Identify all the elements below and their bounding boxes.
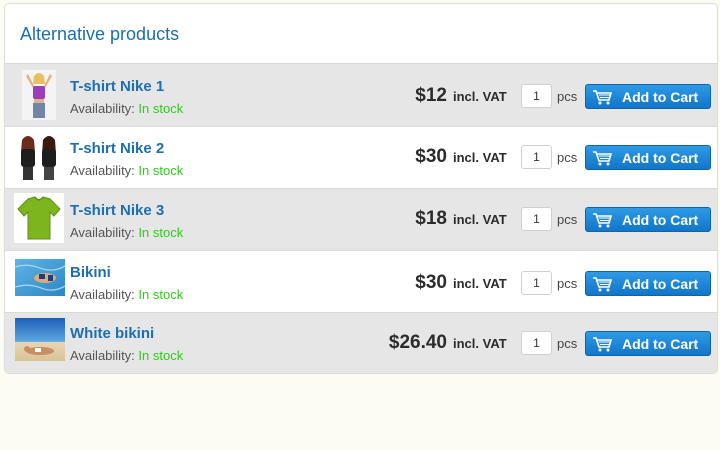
product-name-link[interactable]: T-shirt Nike 2 [70,140,164,157]
stock-status: In stock [138,287,184,302]
stock-status: In stock [138,163,184,178]
cart-icon [592,89,614,105]
availability-label: Availability: [70,225,135,240]
product-price: $18 [415,208,447,229]
product-thumbnail[interactable] [14,132,64,182]
availability-text: Availability: In stock [70,163,183,178]
pcs-label: pcs [557,150,578,165]
pcs-label: pcs [557,276,578,291]
product-name-link[interactable]: T-shirt Nike 1 [70,78,164,95]
product-row: Bikini Availability: In stock $30 incl. … [5,250,717,312]
panel-title: Alternative products [20,24,180,44]
add-to-cart-label: Add to Cart [622,149,699,166]
pcs-label: pcs [557,212,578,227]
add-to-cart-label: Add to Cart [622,211,699,228]
product-row: T-shirt Nike 3 Availability: In stock $1… [5,188,717,250]
quantity-input[interactable] [521,145,552,169]
product-price: $12 [415,85,447,106]
quantity-input[interactable] [521,331,552,355]
add-to-cart-button[interactable]: Add to Cart [585,145,711,170]
pcs-label: pcs [557,89,578,104]
availability-label: Availability: [70,348,135,363]
availability-text: Availability: In stock [70,225,183,240]
product-price: $30 [415,146,447,167]
product-price: $30 [415,272,447,293]
vat-label: incl. VAT [453,89,507,104]
stock-status: In stock [138,348,184,363]
cart-icon [592,336,614,352]
availability-label: Availability: [70,101,135,116]
vat-label: incl. VAT [453,276,507,291]
vat-label: incl. VAT [453,336,507,351]
quantity-input[interactable] [521,271,552,295]
add-to-cart-button[interactable]: Add to Cart [585,331,711,356]
quantity-input[interactable] [521,84,552,108]
product-thumbnail[interactable] [22,70,56,120]
cart-icon [592,212,614,228]
product-name-link[interactable]: T-shirt Nike 3 [70,202,164,219]
add-to-cart-label: Add to Cart [622,275,699,292]
add-to-cart-button[interactable]: Add to Cart [585,84,711,109]
quantity-input[interactable] [521,207,552,231]
cart-icon [592,150,614,166]
add-to-cart-button[interactable]: Add to Cart [585,207,711,232]
product-name-link[interactable]: White bikini [70,325,154,342]
product-thumbnail[interactable] [15,259,65,296]
availability-label: Availability: [70,163,135,178]
add-to-cart-button[interactable]: Add to Cart [585,271,711,296]
availability-text: Availability: In stock [70,287,183,302]
vat-label: incl. VAT [453,150,507,165]
alternative-products-panel: Alternative products T-shirt Nike 1 Avai… [4,3,718,374]
availability-label: Availability: [70,287,135,302]
pcs-label: pcs [557,336,578,351]
product-thumbnail[interactable] [15,318,65,361]
product-list: T-shirt Nike 1 Availability: In stock $1… [5,63,717,373]
product-row: T-shirt Nike 1 Availability: In stock $1… [5,63,717,126]
vat-label: incl. VAT [453,212,507,227]
availability-text: Availability: In stock [70,101,183,116]
product-price: $26.40 [388,332,447,353]
add-to-cart-label: Add to Cart [622,88,699,105]
cart-icon [592,276,614,292]
product-row: White bikini Availability: In stock $26.… [5,312,717,373]
product-thumbnail[interactable] [14,193,64,243]
stock-status: In stock [138,225,184,240]
availability-text: Availability: In stock [70,348,183,363]
stock-status: In stock [138,101,184,116]
product-row: T-shirt Nike 2 Availability: In stock $3… [5,126,717,188]
add-to-cart-label: Add to Cart [622,335,699,352]
product-name-link[interactable]: Bikini [70,264,111,281]
